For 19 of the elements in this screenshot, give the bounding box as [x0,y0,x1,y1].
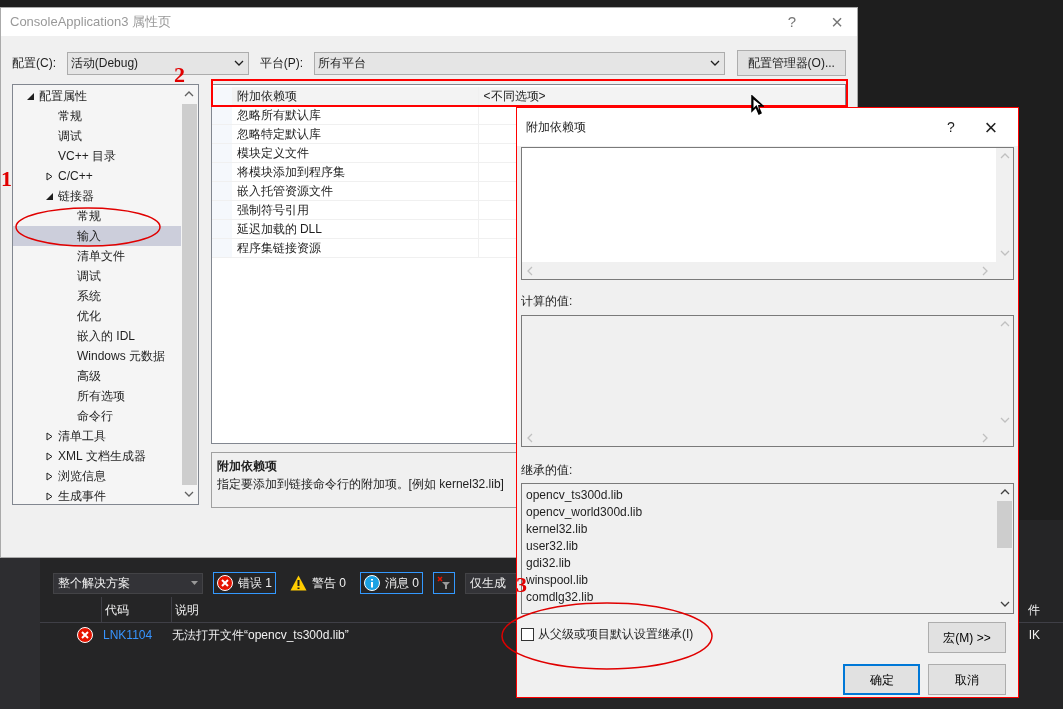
list-item: kernel32.lib [526,521,589,537]
annotation-number: 1 [1,168,12,190]
field-label: 平台(P): [259,55,305,72]
table-cell-text: IK [1028,627,1040,644]
section-label: 继承的值: [521,462,574,479]
list-item: comdlg32.lib [526,590,595,605]
list-item: winspool.lib [526,572,590,587]
description-text: 指定要添加到链接命令行的附加项。[例如 kernel32.lib] [216,476,504,493]
description-title: 附加依赖项 [216,458,277,475]
list-item: opencv_ts300d.lib [526,487,624,503]
window-title: 附加依赖项 [526,119,586,136]
annotation-number: 3 [516,574,527,596]
field-label: 配置(C): [12,55,57,72]
section-label: 计算的值: [521,293,574,310]
list-item: opencv_world300d.lib [526,504,644,520]
list-item: user32.lib [526,538,580,554]
window-title: ConsoleApplication3 属性页 [10,13,172,32]
table-cell-text: 无法打开文件“opencv_ts300d.lib” [172,627,349,644]
list-item: gdi32.lib [526,555,572,571]
